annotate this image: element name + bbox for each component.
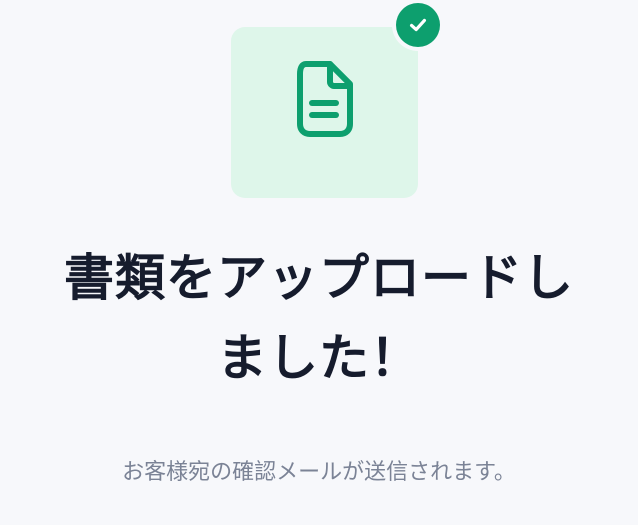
document-icon-tile: [231, 27, 418, 198]
check-circle-icon: [396, 3, 440, 47]
upload-success-screen: 書類をアップロードし ました！ お客様宛の確認メールが送信されます。: [0, 0, 638, 525]
document-icon: [296, 60, 353, 137]
title-line-1: 書類をアップロードし: [64, 249, 574, 307]
confirmation-message: お客様宛の確認メールが送信されます。: [122, 460, 516, 485]
title-line-2: ました！: [217, 329, 421, 387]
page-title: 書類をアップロードし ました！: [0, 238, 638, 398]
checkmark-icon: [409, 18, 427, 32]
